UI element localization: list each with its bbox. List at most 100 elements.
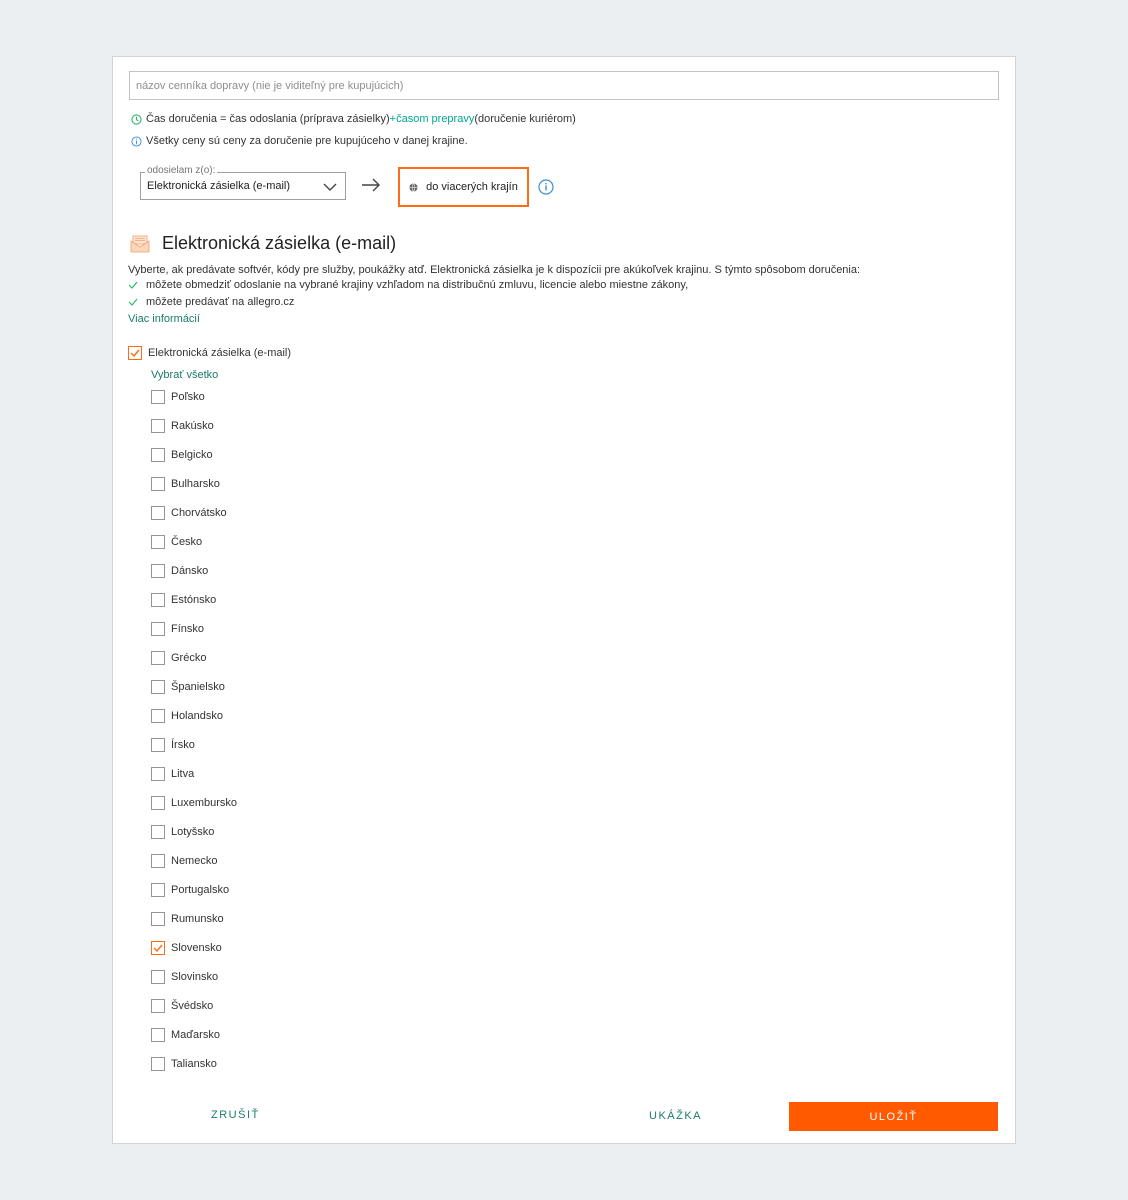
country-label: Estónsko xyxy=(171,594,217,606)
method-checkbox[interactable] xyxy=(128,346,142,360)
country-label: Maďarsko xyxy=(171,1029,220,1041)
country-checkbox[interactable] xyxy=(151,1057,165,1071)
method-checkbox-row[interactable]: Elektronická zásielka (e-mail) xyxy=(128,346,291,360)
transport-time-link[interactable]: +časom prepravy xyxy=(390,113,475,125)
country-label: Portugalsko xyxy=(171,884,230,896)
more-info-link[interactable]: Viac informácií xyxy=(128,313,200,325)
country-checkbox[interactable] xyxy=(151,999,165,1013)
country-checkbox-row[interactable]: Rumunsko xyxy=(151,912,224,926)
country-checkbox[interactable] xyxy=(151,767,165,781)
country-label: Nemecko xyxy=(171,855,218,867)
country-label: Dánsko xyxy=(171,565,209,577)
rate-name-input[interactable] xyxy=(129,71,999,100)
country-checkbox[interactable] xyxy=(151,1028,165,1042)
country-checkbox[interactable] xyxy=(151,390,165,404)
country-checkbox-row[interactable]: Rakúsko xyxy=(151,419,214,433)
country-checkbox-row[interactable]: Dánsko xyxy=(151,564,208,578)
country-checkbox-row[interactable]: Česko xyxy=(151,535,202,549)
check-icon xyxy=(128,298,138,306)
delivery-time-note: Čas doručenia = čas odoslania (príprava … xyxy=(131,113,576,125)
bullet-text: môžete predávať na allegro.cz xyxy=(146,296,295,308)
country-checkbox[interactable] xyxy=(151,680,165,694)
chevron-down-icon xyxy=(323,183,337,191)
country-checkbox-row[interactable]: Írsko xyxy=(151,738,195,752)
country-label: Fínsko xyxy=(171,623,205,635)
country-checkbox-row[interactable]: Slovensko xyxy=(151,941,222,955)
country-checkbox-row[interactable]: Maďarsko xyxy=(151,1028,220,1042)
country-label: Taliansko xyxy=(171,1058,217,1070)
country-checkbox-row[interactable]: Estónsko xyxy=(151,593,216,607)
bullet-text: môžete obmedziť odoslanie na vybrané kra… xyxy=(146,279,689,291)
checkmark-icon xyxy=(153,944,163,952)
method-label: Elektronická zásielka (e-mail) xyxy=(148,347,292,359)
country-label: Írsko xyxy=(171,739,195,751)
country-label: Slovinsko xyxy=(171,971,219,983)
country-checkbox-row[interactable]: Nemecko xyxy=(151,854,217,868)
country-label: Slovensko xyxy=(171,942,222,954)
country-checkbox[interactable] xyxy=(151,883,165,897)
country-label: Holandsko xyxy=(171,710,223,722)
clock-icon xyxy=(131,113,142,125)
country-checkbox-row[interactable]: Fínsko xyxy=(151,622,204,636)
country-checkbox-row[interactable]: Chorvátsko xyxy=(151,506,227,520)
country-checkbox[interactable] xyxy=(151,941,165,955)
country-label: Litva xyxy=(171,768,195,780)
country-checkbox[interactable] xyxy=(151,970,165,984)
origin-value: Elektronická zásielka (e-mail) xyxy=(147,180,291,192)
country-checkbox[interactable] xyxy=(151,738,165,752)
country-checkbox[interactable] xyxy=(151,477,165,491)
country-checkbox[interactable] xyxy=(151,564,165,578)
country-checkbox[interactable] xyxy=(151,709,165,723)
destination-label: do viacerých krajín xyxy=(426,181,518,193)
country-checkbox[interactable] xyxy=(151,593,165,607)
country-checkbox-row[interactable]: Litva xyxy=(151,767,194,781)
save-button[interactable]: ULOŽIŤ xyxy=(789,1102,998,1131)
country-checkbox[interactable] xyxy=(151,622,165,636)
country-label: Luxembursko xyxy=(171,797,238,809)
origin-label: odosielam z(o): xyxy=(145,165,218,177)
select-all-link[interactable]: Vybrať všetko xyxy=(151,369,218,381)
country-checkbox[interactable] xyxy=(151,854,165,868)
country-checkbox-row[interactable]: Portugalsko xyxy=(151,883,229,897)
prices-note: Všetky ceny sú ceny za doručenie pre kup… xyxy=(131,135,468,147)
country-checkbox-row[interactable]: Poľsko xyxy=(151,390,205,404)
list-item: môžete predávať na allegro.cz xyxy=(128,296,294,308)
country-label: Česko xyxy=(171,536,203,548)
list-item: môžete obmedziť odoslanie na vybrané kra… xyxy=(128,279,688,291)
envelope-icon xyxy=(130,235,150,253)
country-checkbox-row[interactable]: Lotyšsko xyxy=(151,825,214,839)
destination-multi-country-button[interactable]: do viacerých krajín xyxy=(398,167,529,207)
globe-icon xyxy=(409,182,418,192)
section-description: Vyberte, ak predávate softvér, kódy pre … xyxy=(128,264,861,276)
info-icon xyxy=(131,135,142,147)
section-title: Elektronická zásielka (e-mail) xyxy=(162,233,397,253)
country-checkbox[interactable] xyxy=(151,651,165,665)
country-checkbox[interactable] xyxy=(151,419,165,433)
country-checkbox-row[interactable]: Luxembursko xyxy=(151,796,237,810)
country-checkbox[interactable] xyxy=(151,448,165,462)
arrow-right-icon xyxy=(362,178,380,192)
country-checkbox[interactable] xyxy=(151,825,165,839)
country-checkbox[interactable] xyxy=(151,796,165,810)
country-checkbox-row[interactable]: Slovinsko xyxy=(151,970,218,984)
preview-button[interactable]: UKÁŽKA xyxy=(649,1110,702,1122)
country-checkbox-row[interactable]: Grécko xyxy=(151,651,206,665)
country-checkbox-row[interactable]: Švédsko xyxy=(151,999,213,1013)
country-checkbox-row[interactable]: Belgicko xyxy=(151,448,213,462)
country-label: Poľsko xyxy=(171,391,205,403)
country-checkbox[interactable] xyxy=(151,506,165,520)
country-checkbox[interactable] xyxy=(151,912,165,926)
cancel-button[interactable]: ZRUŠIŤ xyxy=(211,1109,260,1121)
country-checkbox-row[interactable]: Taliansko xyxy=(151,1057,217,1071)
country-checkbox[interactable] xyxy=(151,535,165,549)
country-label: Chorvátsko xyxy=(171,507,227,519)
info-icon[interactable] xyxy=(538,179,554,195)
country-label: Bulharsko xyxy=(171,478,220,490)
country-label: Švédsko xyxy=(171,1000,214,1012)
country-checkbox-row[interactable]: Bulharsko xyxy=(151,477,220,491)
country-label: Grécko xyxy=(171,652,207,664)
country-checkbox-row[interactable]: Španielsko xyxy=(151,680,225,694)
country-label: Lotyšsko xyxy=(171,826,215,838)
country-checkbox-row[interactable]: Holandsko xyxy=(151,709,223,723)
shipping-rates-form: Čas doručenia = čas odoslania (príprava … xyxy=(112,56,1016,1144)
